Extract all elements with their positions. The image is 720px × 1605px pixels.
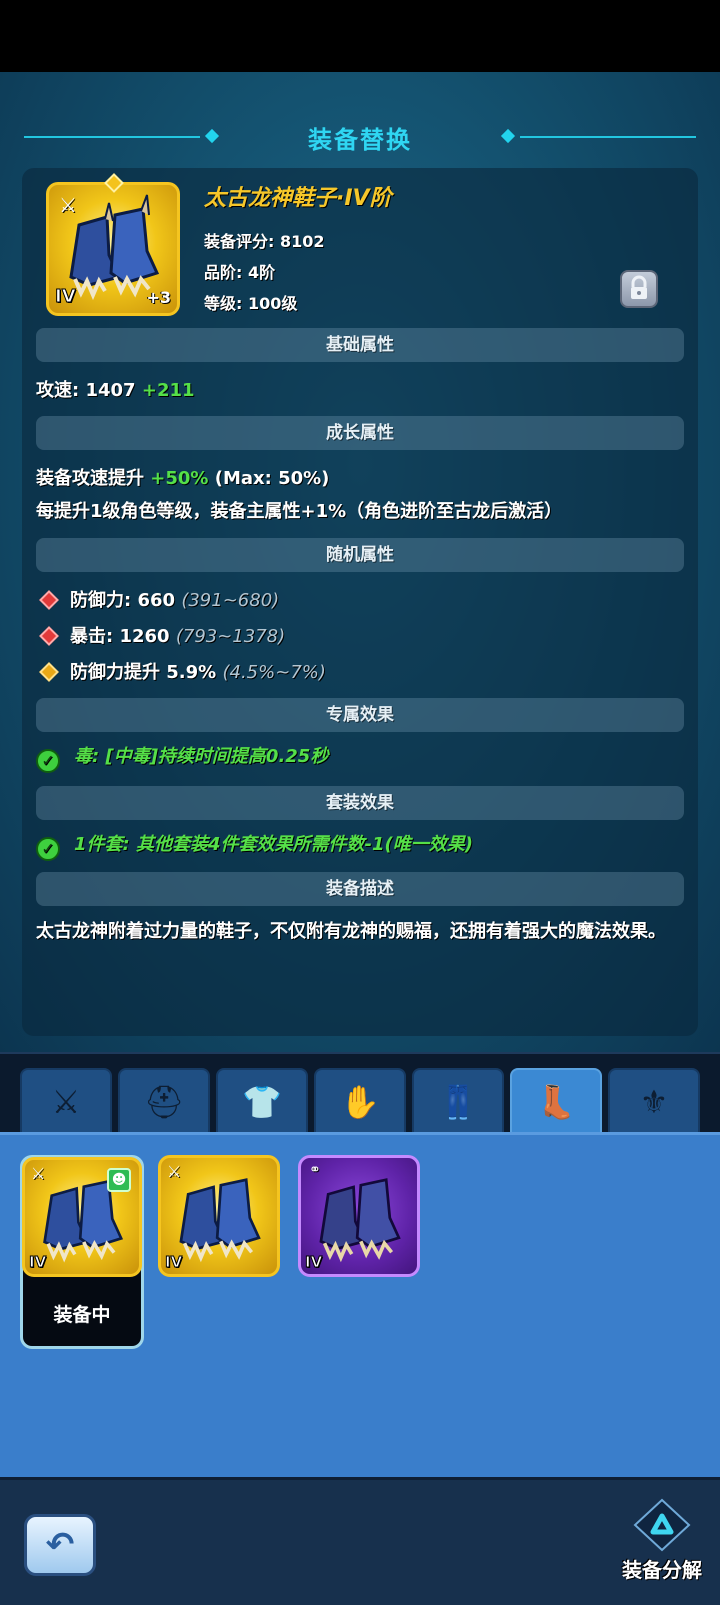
red-diamond-icon [39, 590, 59, 610]
lock-icon [631, 275, 647, 299]
lock-button[interactable] [620, 270, 658, 308]
tier-badge: IV [28, 1253, 47, 1272]
back-arrow-icon: ↶ [45, 1525, 75, 1565]
armor-icon: 👕 [242, 1083, 282, 1121]
growth-attribute-2: 每提升1级角色等级，装备主属性+1%（角色进阶至古龙后激活） [36, 501, 563, 522]
pants-icon: 👖 [438, 1083, 478, 1121]
inventory-item-slot[interactable]: ⚔ IV [158, 1155, 280, 1277]
salvage-button[interactable]: 装备分解 [612, 1498, 712, 1598]
random-attribute-row: 防御力提升 5.9% (4.5%~7%) [36, 658, 326, 684]
tab-helmet[interactable]: ⛑ [118, 1068, 210, 1134]
section-header-base: 基础属性 [36, 328, 684, 362]
boots-icon: 👢 [536, 1083, 576, 1121]
tab-bracer[interactable]: ✋ [314, 1068, 406, 1134]
back-button[interactable]: ↶ [24, 1514, 96, 1576]
equipped-item-slot[interactable]: ⚔ ☻ IV 装备中 [20, 1155, 144, 1349]
tab-armor[interactable]: 👕 [216, 1068, 308, 1134]
section-header-set: 套装效果 [36, 786, 684, 820]
tab-pants[interactable]: 👖 [412, 1068, 504, 1134]
base-attribute: 攻速: 1407 +211 [36, 380, 195, 401]
item-detail-card: ⚔ IV +3 太古龙神鞋子·IV阶 装备评分: 8102 品阶: 4阶 等级:… [22, 168, 698, 1036]
gold-diamond-icon [39, 662, 59, 682]
section-header-growth: 成长属性 [36, 416, 684, 450]
item-description: 太古龙神附着过力量的鞋子，不仅附有龙神的赐福，还拥有着强大的魔法效果。 [36, 921, 666, 942]
status-bar [0, 0, 720, 72]
check-icon: ✓ [36, 837, 60, 861]
equipped-person-icon: ☻ [107, 1168, 131, 1192]
exclusive-effect: ✓ 毒: [中毒]持续时间提高0.25秒 [36, 742, 328, 773]
inventory-item-slot[interactable]: ⚭ IV [298, 1155, 420, 1277]
enhance-level-badge: +3 [146, 288, 171, 307]
growth-attribute-1: 装备攻速提升 +50% (Max: 50%) [36, 468, 330, 489]
section-header-description: 装备描述 [36, 872, 684, 906]
helmet-icon: ⛑ [143, 1083, 185, 1121]
tier-badge: IV [304, 1253, 323, 1272]
item-level: 等级: 100级 [204, 294, 298, 313]
tab-accessory[interactable]: ⚜ [608, 1068, 700, 1134]
check-icon: ✓ [36, 749, 60, 773]
tab-weapon[interactable]: ⚔ [20, 1068, 112, 1134]
bottom-action-bar: ↶ 装备分解 [0, 1477, 720, 1605]
equipment-detail-panel: 装备替换 ⚔ IV +3 太古龙神鞋子·IV阶 装备评分: 8102 品阶: 4… [0, 72, 720, 1052]
tier-badge: IV [164, 1253, 183, 1272]
random-attribute-row: 防御力: 660 (391~680) [36, 586, 279, 612]
set-effect: ✓ 1件套: 其他套装4件套效果所需件数-1(唯一效果) [36, 830, 473, 861]
section-header-random: 随机属性 [36, 538, 684, 572]
tier-badge: IV [55, 286, 77, 308]
salvage-label: 装备分解 [622, 1558, 702, 1582]
tab-boots[interactable]: 👢 [510, 1068, 602, 1134]
title-row: 装备替换 [0, 112, 720, 162]
necklace-icon: ⚜ [639, 1083, 669, 1121]
recycle-icon [633, 1498, 691, 1552]
red-diamond-icon [39, 626, 59, 646]
item-name: 太古龙神鞋子·IV阶 [204, 186, 392, 211]
item-score: 装备评分: 8102 [204, 232, 325, 251]
inventory-grid: ⚔ ☻ IV 装备中 ⚔ IV ⚭ IV [0, 1132, 720, 1477]
item-icon: ⚔ ☻ IV [22, 1157, 142, 1277]
title-decor-line-right [520, 136, 696, 138]
item-grade: 品阶: 4阶 [204, 263, 276, 282]
equipment-slot-tabs: ⚔ ⛑ 👕 ✋ 👖 👢 ⚜ [0, 1052, 720, 1134]
item-icon: ⚔ IV +3 [46, 182, 180, 316]
equipped-status-label: 装备中 [53, 1304, 111, 1326]
sword-icon: ⚔ [51, 1083, 81, 1121]
bracer-icon: ✋ [340, 1083, 380, 1121]
random-attribute-row: 暴击: 1260 (793~1378) [36, 622, 285, 648]
section-header-exclusive: 专属效果 [36, 698, 684, 732]
